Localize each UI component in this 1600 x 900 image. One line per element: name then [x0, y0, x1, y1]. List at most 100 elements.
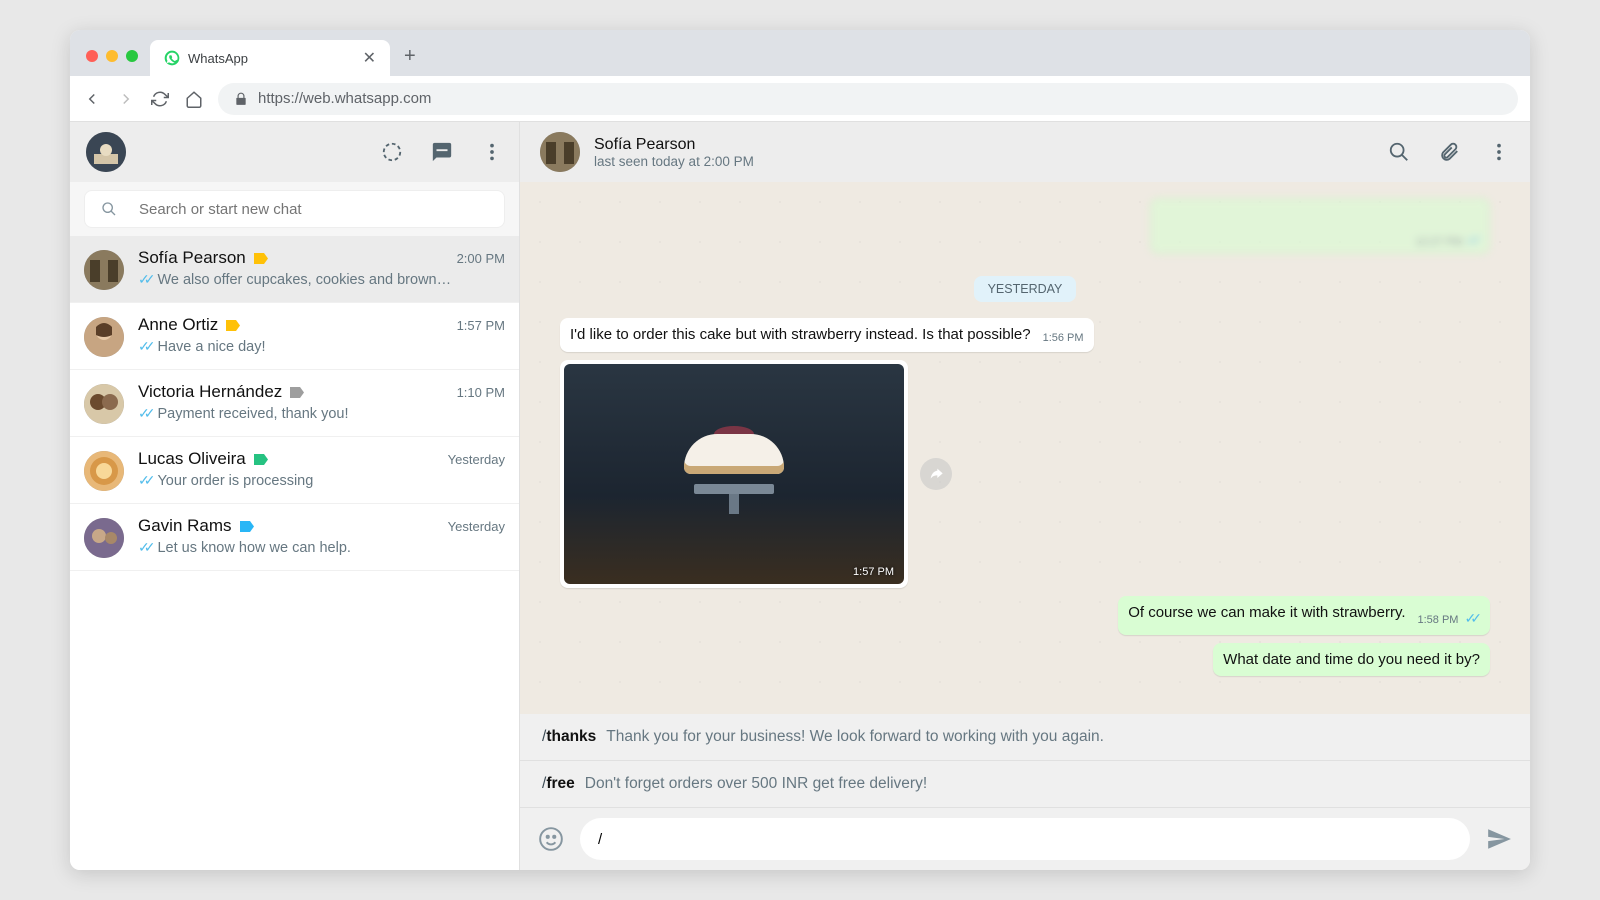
- chat-list-item[interactable]: Sofía Pearson 2:00 PM ✓✓ We also offer c…: [70, 236, 519, 303]
- url-input[interactable]: https://web.whatsapp.com: [218, 83, 1518, 115]
- chat-preview: ✓✓ Have a nice day!: [138, 338, 505, 355]
- back-button[interactable]: [82, 89, 102, 109]
- address-bar: https://web.whatsapp.com: [70, 76, 1530, 122]
- browser-window: WhatsApp ✕ + https://web.whatsapp.com: [70, 30, 1530, 870]
- forward-icon[interactable]: [920, 458, 952, 490]
- chat-list: Sofía Pearson 2:00 PM ✓✓ We also offer c…: [70, 236, 519, 870]
- close-tab-icon[interactable]: ✕: [363, 48, 376, 68]
- main-panel: Sofía Pearson last seen today at 2:00 PM…: [520, 122, 1530, 870]
- outgoing-message[interactable]: Of course we can make it with strawberry…: [1118, 596, 1490, 635]
- message-input[interactable]: [598, 831, 1452, 848]
- quick-reply-item[interactable]: /freeDon't forget orders over 500 INR ge…: [520, 761, 1530, 808]
- new-chat-icon[interactable]: [431, 141, 453, 163]
- image-attachment[interactable]: 1:57 PM: [564, 364, 904, 584]
- chat-time: Yesterday: [448, 519, 505, 534]
- chat-header: Sofía Pearson last seen today at 2:00 PM: [520, 122, 1530, 182]
- contact-info[interactable]: Sofía Pearson last seen today at 2:00 PM: [594, 136, 754, 169]
- label-icon: [226, 320, 240, 331]
- browser-tab[interactable]: WhatsApp ✕: [150, 40, 390, 76]
- tab-title: WhatsApp: [188, 51, 248, 66]
- own-avatar[interactable]: [86, 132, 126, 172]
- chat-name: Gavin Rams: [138, 516, 254, 536]
- chat-list-item[interactable]: Gavin Rams Yesterday ✓✓ Let us know how …: [70, 504, 519, 571]
- label-icon: [290, 387, 304, 398]
- chat-name: Victoria Hernández: [138, 382, 304, 402]
- chat-preview: ✓✓ Let us know how we can help.: [138, 539, 505, 556]
- chat-body: 12:27 PM ✓✓ YESTERDAY I'd like to order …: [520, 182, 1530, 714]
- lock-icon: [234, 92, 248, 106]
- message-input-box[interactable]: [580, 818, 1470, 860]
- chat-list-item[interactable]: Victoria Hernández 1:10 PM ✓✓ Payment re…: [70, 370, 519, 437]
- chat-time: 2:00 PM: [457, 251, 505, 266]
- chat-preview: ✓✓ Your order is processing: [138, 472, 505, 489]
- search-bar: [70, 182, 519, 236]
- message-time: 1:56 PM: [1043, 332, 1084, 344]
- message-text: Of course we can make it with strawberry…: [1128, 604, 1405, 621]
- contact-avatar[interactable]: [540, 132, 580, 172]
- sidebar: Sofía Pearson 2:00 PM ✓✓ We also offer c…: [70, 122, 520, 870]
- read-receipt-icon: ✓✓: [138, 539, 149, 556]
- url-text: https://web.whatsapp.com: [258, 90, 431, 107]
- label-icon: [254, 253, 268, 264]
- quick-reply-description: Thank you for your business! We look for…: [606, 728, 1104, 746]
- browser-tab-bar: WhatsApp ✕ +: [70, 30, 1530, 76]
- sidebar-header: [70, 122, 519, 182]
- label-icon: [240, 521, 254, 532]
- contact-status: last seen today at 2:00 PM: [594, 154, 754, 169]
- new-tab-button[interactable]: +: [390, 45, 430, 76]
- search-icon: [101, 201, 117, 217]
- quick-reply-command: /free: [542, 775, 575, 793]
- chat-name: Lucas Oliveira: [138, 449, 268, 469]
- maximize-window-button[interactable]: [126, 50, 138, 62]
- chat-preview: ✓✓ We also offer cupcakes, cookies and b…: [138, 271, 505, 288]
- chat-list-item[interactable]: Anne Ortiz 1:57 PM ✓✓ Have a nice day!: [70, 303, 519, 370]
- chat-time: 1:57 PM: [457, 318, 505, 333]
- home-button[interactable]: [184, 89, 204, 109]
- day-divider: YESTERDAY: [974, 276, 1077, 302]
- chat-menu-icon[interactable]: [1488, 141, 1510, 163]
- whatsapp-app: Sofía Pearson 2:00 PM ✓✓ We also offer c…: [70, 122, 1530, 870]
- compose-bar: [520, 808, 1530, 870]
- outgoing-message-partial[interactable]: What date and time do you need it by?: [1213, 643, 1490, 676]
- quick-reply-command: /thanks: [542, 728, 596, 746]
- quick-replies-panel: /thanks Thank you for your business! We l…: [520, 714, 1530, 808]
- menu-icon[interactable]: [481, 141, 503, 163]
- status-icon[interactable]: [381, 141, 403, 163]
- incoming-image-message[interactable]: 1:57 PM: [560, 360, 908, 588]
- read-receipt-icon: ✓✓: [138, 338, 149, 355]
- read-receipt-icon: ✓✓: [138, 271, 149, 288]
- search-box[interactable]: [84, 190, 505, 228]
- chat-list-item[interactable]: Lucas Oliveira Yesterday ✓✓ Your order i…: [70, 437, 519, 504]
- chat-preview: ✓✓ Payment received, thank you!: [138, 405, 505, 422]
- close-window-button[interactable]: [86, 50, 98, 62]
- message-time: 1:58 PM ✓✓: [1418, 610, 1481, 627]
- chat-avatar: [84, 518, 124, 558]
- reload-button[interactable]: [150, 89, 170, 109]
- chat-name: Sofía Pearson: [138, 248, 268, 268]
- chat-time: Yesterday: [448, 452, 505, 467]
- read-receipt-icon: ✓✓: [138, 472, 149, 489]
- label-icon: [254, 454, 268, 465]
- previous-outgoing-message: 12:27 PM ✓✓: [1150, 198, 1490, 254]
- message-text: I'd like to order this cake but with str…: [570, 326, 1031, 343]
- chat-name: Anne Ortiz: [138, 315, 240, 335]
- chat-avatar: [84, 250, 124, 290]
- chat-avatar: [84, 451, 124, 491]
- send-button[interactable]: [1486, 826, 1512, 852]
- contact-name: Sofía Pearson: [594, 136, 754, 154]
- chat-avatar: [84, 317, 124, 357]
- chat-time: 1:10 PM: [457, 385, 505, 400]
- attach-icon[interactable]: [1438, 141, 1460, 163]
- minimize-window-button[interactable]: [106, 50, 118, 62]
- quick-reply-item[interactable]: /thanks Thank you for your business! We l…: [520, 714, 1530, 761]
- chat-avatar: [84, 384, 124, 424]
- emoji-icon[interactable]: [538, 826, 564, 852]
- whatsapp-icon: [164, 50, 180, 66]
- incoming-message[interactable]: I'd like to order this cake but with str…: [560, 318, 1094, 352]
- cake-image: [674, 434, 794, 514]
- search-input[interactable]: [139, 201, 488, 218]
- forward-button[interactable]: [116, 89, 136, 109]
- search-in-chat-icon[interactable]: [1388, 141, 1410, 163]
- message-text: What date and time do you need it by?: [1223, 651, 1480, 668]
- window-controls: [78, 50, 150, 76]
